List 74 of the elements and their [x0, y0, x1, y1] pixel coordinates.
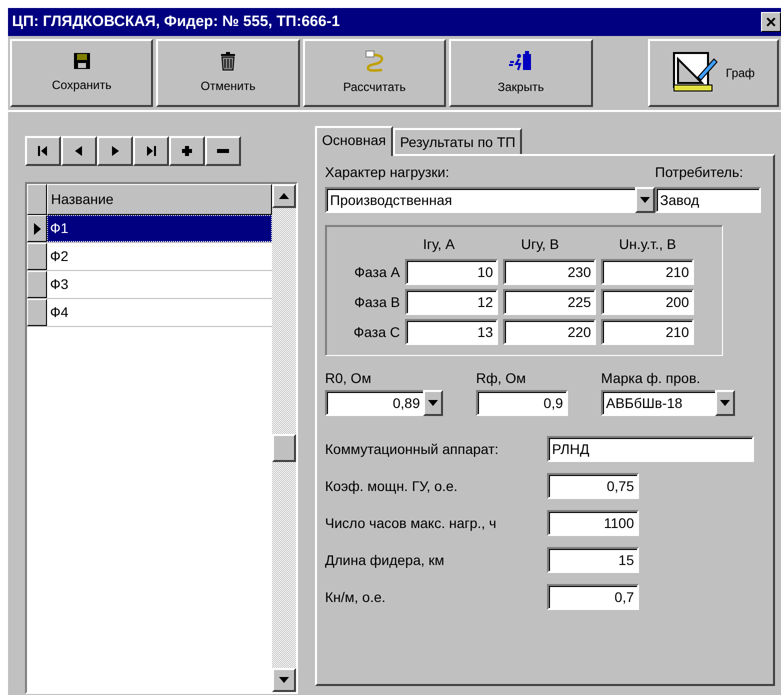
field-label: Число часов макс. нагр., ч [325, 514, 498, 533]
scrollbar[interactable] [272, 184, 296, 692]
number-field[interactable]: 220 [503, 319, 596, 345]
field-label: Длина фидера, км [325, 550, 446, 570]
field-label: Коэф. мощн. ГУ, о.е. [325, 476, 459, 496]
right-triangle-icon [109, 145, 121, 157]
grid-row[interactable]: Ф4 [47, 299, 272, 326]
number-field[interactable]: 10 [405, 259, 498, 285]
close-button[interactable]: × [761, 12, 781, 32]
field-label: Коммутационный аппарат: [325, 440, 500, 459]
first-record-icon [37, 145, 49, 157]
scroll-up-button[interactable] [272, 184, 296, 208]
delete-button[interactable]: Отменить [156, 39, 300, 107]
down-arrow-icon [640, 197, 650, 203]
text-field[interactable]: 1100 [547, 510, 639, 536]
text-field[interactable]: 0,75 [547, 473, 639, 499]
last-record-icon [145, 145, 157, 157]
grid-row[interactable]: Ф3 [47, 271, 272, 298]
up-arrow-icon [279, 193, 289, 199]
field-label: Кн/м, о.е. [325, 588, 387, 606]
number-field[interactable]: 210 [601, 259, 694, 285]
down-arrow-icon [428, 400, 438, 406]
field-label: Марка ф. пров. [601, 369, 702, 388]
trash-icon [220, 51, 236, 71]
calculate-button[interactable]: Рассчитать [302, 39, 446, 107]
field-label: Rф, Ом [476, 369, 527, 388]
column-header: Uгу, В [520, 235, 560, 254]
scroll-down-button[interactable] [272, 668, 296, 692]
text-field[interactable]: 0,7 [547, 584, 639, 610]
close-button[interactable]: Закрыть [449, 39, 593, 107]
graph-button[interactable]: Граф [648, 39, 779, 107]
tab[interactable]: Основная [315, 126, 393, 156]
down-arrow-icon [720, 400, 730, 406]
floppy-icon [72, 52, 91, 70]
running-figure-icon [508, 50, 533, 72]
dropdown-button[interactable] [423, 390, 443, 416]
grid-row[interactable]: Ф1 [47, 215, 272, 242]
save-button[interactable]: Сохранить [10, 39, 154, 107]
left-triangle-icon [73, 145, 85, 157]
dropdown-field[interactable]: 0,89 [325, 390, 423, 416]
column-header[interactable]: Название [47, 184, 272, 215]
number-field[interactable]: 200 [601, 289, 694, 315]
number-field[interactable]: 12 [405, 289, 498, 315]
number-field[interactable]: 13 [405, 319, 498, 345]
grid-row[interactable]: Ф2 [47, 243, 272, 270]
plus-icon [181, 145, 193, 157]
dropdown-button[interactable] [635, 187, 655, 213]
number-field[interactable]: 230 [503, 259, 596, 285]
last-record-button[interactable] [133, 136, 169, 166]
number-field[interactable]: 210 [601, 319, 694, 345]
insert-record-button[interactable] [169, 136, 205, 166]
number-field[interactable]: 225 [503, 289, 596, 315]
first-record-button[interactable] [25, 136, 61, 166]
row-label: Фаза С [352, 322, 400, 342]
tab[interactable]: Результаты по ТП [392, 128, 522, 154]
number-field[interactable]: 0,9 [476, 390, 568, 416]
row-label: Фаза А [353, 262, 400, 282]
text-field[interactable]: 15 [547, 547, 639, 573]
load-type-dropdown[interactable]: Производственная [325, 187, 635, 213]
text-field[interactable]: РЛНД [547, 436, 754, 462]
scrollbar-thumb[interactable] [272, 434, 296, 462]
column-header: Uн.у.т., В [618, 235, 678, 254]
window-title: ЦП: ГЛЯДКОВСКАЯ, Фидер: № 555, ТП:666-1 [12, 12, 340, 32]
consumer-field[interactable]: Завод [655, 187, 761, 213]
column-header: Iгу, А [422, 235, 456, 254]
down-arrow-icon [279, 677, 289, 683]
prior-record-button[interactable] [61, 136, 97, 166]
field-label: R0, Ом [325, 369, 372, 388]
delete-record-button[interactable] [205, 136, 241, 166]
dropdown-field[interactable]: АВБбШв-18 [601, 390, 715, 416]
field-label: Потребитель: [655, 163, 744, 182]
row-label: Фаза В [353, 292, 400, 312]
dropdown-button[interactable] [715, 390, 735, 416]
next-record-button[interactable] [97, 136, 133, 166]
